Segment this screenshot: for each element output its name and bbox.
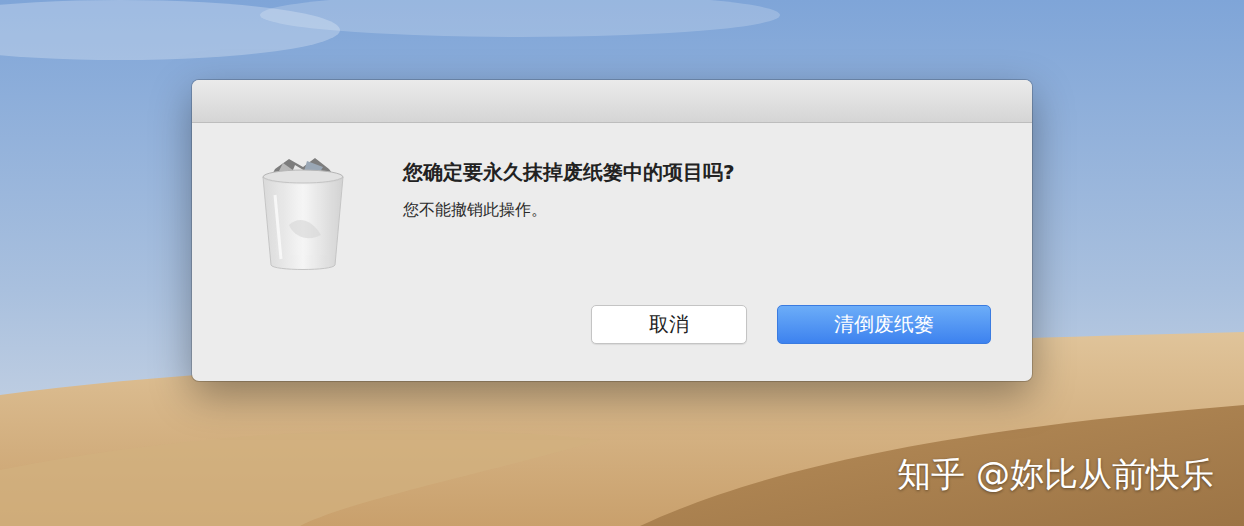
title-bar: [192, 80, 1032, 123]
cancel-button[interactable]: 取消: [591, 305, 747, 344]
desktop: 您确定要永久抹掉废纸篓中的项目吗? 您不能撤销此操作。 取消清倒废纸篓 知乎 @…: [0, 0, 1244, 526]
trash-icon: [255, 155, 351, 275]
dialog-message: 您不能撤销此操作。: [403, 199, 735, 221]
button-row: 取消清倒废纸篓: [255, 305, 991, 344]
watermark: 知乎 @妳比从前快乐: [897, 452, 1214, 498]
dialog-heading: 您确定要永久抹掉废纸篓中的项目吗?: [403, 159, 735, 185]
confirm-button[interactable]: 清倒废纸篓: [777, 305, 991, 344]
alert-dialog: 您确定要永久抹掉废纸篓中的项目吗? 您不能撤销此操作。 取消清倒废纸篓: [192, 80, 1032, 381]
